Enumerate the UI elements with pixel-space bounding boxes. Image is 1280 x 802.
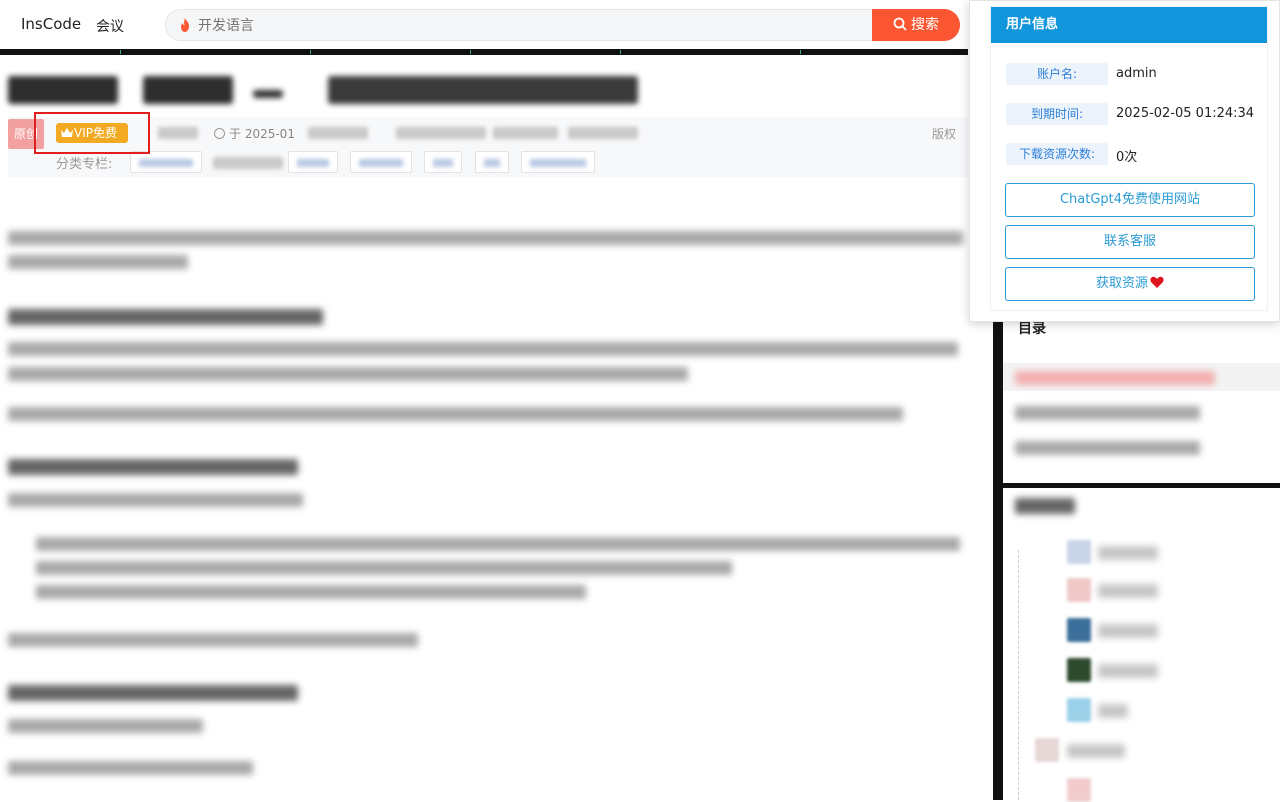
get-resource-label: 获取资源 — [1095, 276, 1148, 291]
article-meta: 原创 VIP免费 于 2025-01 版权 分类专栏: — [8, 117, 968, 177]
section-heading — [8, 685, 298, 701]
paragraph-line — [8, 255, 188, 269]
column-name[interactable] — [1098, 624, 1158, 638]
nav-meeting-link[interactable]: 会议 — [96, 16, 124, 36]
heart-icon — [1150, 276, 1164, 288]
article-content: 原创 VIP免费 于 2025-01 版权 分类专栏: — [0, 55, 968, 800]
publish-date: 于 2025-01 — [214, 125, 295, 142]
copyright-link[interactable]: 版权 — [932, 125, 956, 142]
user-info-card: 用户信息 账户名: admin 到期时间: 2025-02-05 01:24:3… — [990, 6, 1268, 311]
toc-item[interactable] — [1015, 406, 1200, 420]
paragraph-line — [8, 493, 303, 507]
paragraph-line — [8, 407, 903, 421]
column-thumbnail[interactable] — [1067, 778, 1091, 802]
top-navbar: InsCode 会议 搜索 — [0, 0, 968, 50]
column-name[interactable] — [1098, 546, 1158, 560]
column-name[interactable] — [1067, 744, 1125, 758]
search-button-label: 搜索 — [911, 17, 939, 33]
expire-label: 到期时间: — [1006, 103, 1108, 125]
category-label: 分类专栏: — [56, 157, 113, 172]
search-bar — [165, 9, 960, 41]
account-label: 账户名: — [1006, 63, 1108, 85]
column-name[interactable] — [1098, 704, 1128, 718]
list-line — [36, 585, 586, 599]
user-info-popup: 用户信息 账户名: admin 到期时间: 2025-02-05 01:24:3… — [969, 0, 1280, 322]
category-chip[interactable] — [424, 151, 462, 173]
paragraph-line — [8, 367, 688, 381]
search-input[interactable] — [198, 16, 798, 36]
search-icon — [893, 17, 907, 31]
category-chip[interactable] — [521, 151, 595, 173]
get-resource-button[interactable]: 获取资源 — [1005, 267, 1255, 301]
category-chip[interactable] — [475, 151, 509, 173]
account-value: admin — [1116, 66, 1157, 81]
column-thumbnail[interactable] — [1067, 658, 1091, 682]
chatgpt-site-button[interactable]: ChatGpt4免费使用网站 — [1005, 183, 1255, 217]
column-thumbnail[interactable] — [1067, 698, 1091, 722]
related-column-panel — [1003, 488, 1280, 802]
list-line — [36, 561, 732, 575]
column-name[interactable] — [1098, 584, 1158, 598]
toc-item-active[interactable] — [1003, 363, 1280, 391]
section-heading — [8, 459, 298, 475]
column-thumbnail[interactable] — [1067, 578, 1091, 602]
toc-panel: 目录 — [1003, 318, 1280, 483]
search-button[interactable]: 搜索 — [872, 9, 960, 41]
flame-icon — [181, 18, 189, 32]
paragraph-line — [8, 231, 963, 245]
download-count-label: 下载资源次数: — [1006, 143, 1108, 165]
toc-item[interactable] — [1015, 441, 1200, 455]
article-title — [8, 70, 648, 108]
clock-icon — [214, 128, 225, 139]
category-chip[interactable] — [130, 151, 202, 173]
user-info-title: 用户信息 — [991, 7, 1267, 43]
column-thumbnail[interactable] — [1067, 540, 1091, 564]
column-thumbnail[interactable] — [1035, 738, 1059, 762]
paragraph-line — [8, 719, 203, 733]
download-count-value: 0次 — [1116, 150, 1138, 165]
vip-highlight-box — [34, 112, 150, 154]
paragraph-line — [8, 342, 958, 356]
paragraph-line — [8, 633, 418, 647]
category-chip[interactable] — [350, 151, 412, 173]
section-heading — [8, 309, 323, 325]
contact-support-button[interactable]: 联系客服 — [1005, 225, 1255, 259]
paragraph-line — [8, 761, 253, 775]
nav-inscode-link[interactable]: InsCode — [21, 15, 81, 33]
category-chip[interactable] — [288, 151, 338, 173]
column-thumbnail[interactable] — [1067, 618, 1091, 642]
column-name[interactable] — [1098, 664, 1158, 678]
list-line — [36, 537, 960, 551]
panel-heading — [1015, 498, 1075, 514]
expire-value: 2025-02-05 01:24:34 — [1116, 106, 1255, 121]
